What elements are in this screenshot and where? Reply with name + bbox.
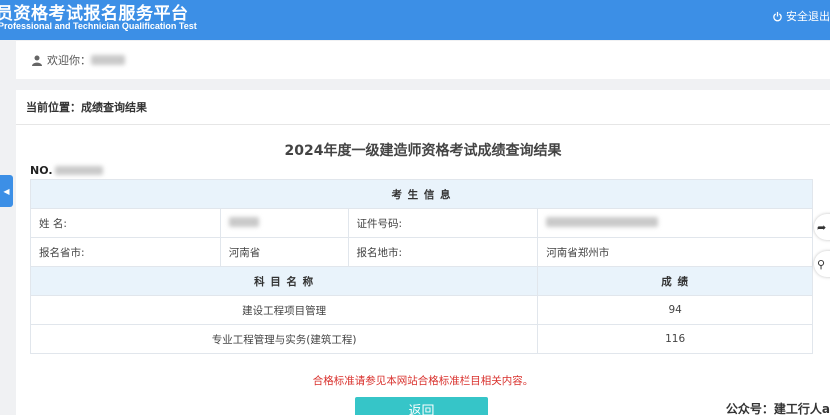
province-value: 河南省 [219,237,349,267]
name-label: 姓 名: [30,208,221,238]
breadcrumb: 当前位置：成绩查询结果 [16,90,830,125]
logout-label: 安全退出 [786,10,830,23]
username-redacted [91,55,125,65]
pass-standard-note: 合格标准请参见本网站合格标准栏目相关内容。 [312,375,534,387]
city-value: 河南省郑州市 [537,237,813,267]
info-section-header: 考 生 信 息 [30,179,813,209]
cert-no-redacted [54,166,103,175]
return-button[interactable]: 返回 [355,397,488,415]
score-table: 考 生 信 息 姓 名: 证件号码: 报名省市: 河南省 报名地市: 河南省郑州… [29,179,813,354]
name-redacted [228,216,259,227]
share-icon: ➦ [817,220,827,234]
table-row: 专业工程管理与实务(建筑工程) 116 [29,324,813,354]
province-label: 报名省市: [30,237,221,267]
certificate-number: NO. [30,164,103,177]
page-title: 2024年度一级建造师资格考试成绩查询结果 [284,143,562,159]
score-header: 成 绩 [537,266,813,296]
table-row: 建设工程项目管理 94 [29,295,813,325]
table-row: 报名省市: 河南省 报名地市: 河南省郑州市 [30,237,813,267]
platform-subtitle: Professional and Technician Qualificatio… [0,21,197,31]
subject-header: 科 目 名 称 [29,266,539,296]
id-value [537,208,813,238]
left-collapse-tab[interactable]: ◀ [0,175,13,207]
welcome-bar: 欢迎你： [16,41,830,79]
score-header-row: 科 目 名 称 成 绩 [29,266,813,296]
cert-no-prefix: NO. [30,164,53,177]
subject-name: 专业工程管理与实务(建筑工程) [29,324,539,354]
caret-left-icon: ◀ [3,186,10,196]
logout-button[interactable]: 安全退出 [772,8,830,24]
app-header: 员资格考试报名服务平台 Professional and Technician … [0,0,830,40]
result-panel: 当前位置：成绩查询结果 2024年度一级建造师资格考试成绩查询结果 NO. 考 … [16,90,830,415]
subject-name: 建设工程项目管理 [29,295,539,325]
user-icon [32,55,42,66]
welcome-label: 欢迎你： [47,54,91,67]
power-icon [773,11,782,21]
id-label: 证件号码: [347,208,539,238]
subject-score: 94 [537,295,813,325]
link-icon: ⚲ [817,257,826,271]
table-row: 姓 名: 证件号码: [30,208,813,238]
name-value [219,208,349,238]
info-section-header-row: 考 生 信 息 [30,179,813,209]
subject-score: 116 [537,324,813,354]
city-label: 报名地市: [347,237,539,267]
watermark: 公众号：建工行人a [725,400,830,415]
id-redacted [546,216,659,227]
